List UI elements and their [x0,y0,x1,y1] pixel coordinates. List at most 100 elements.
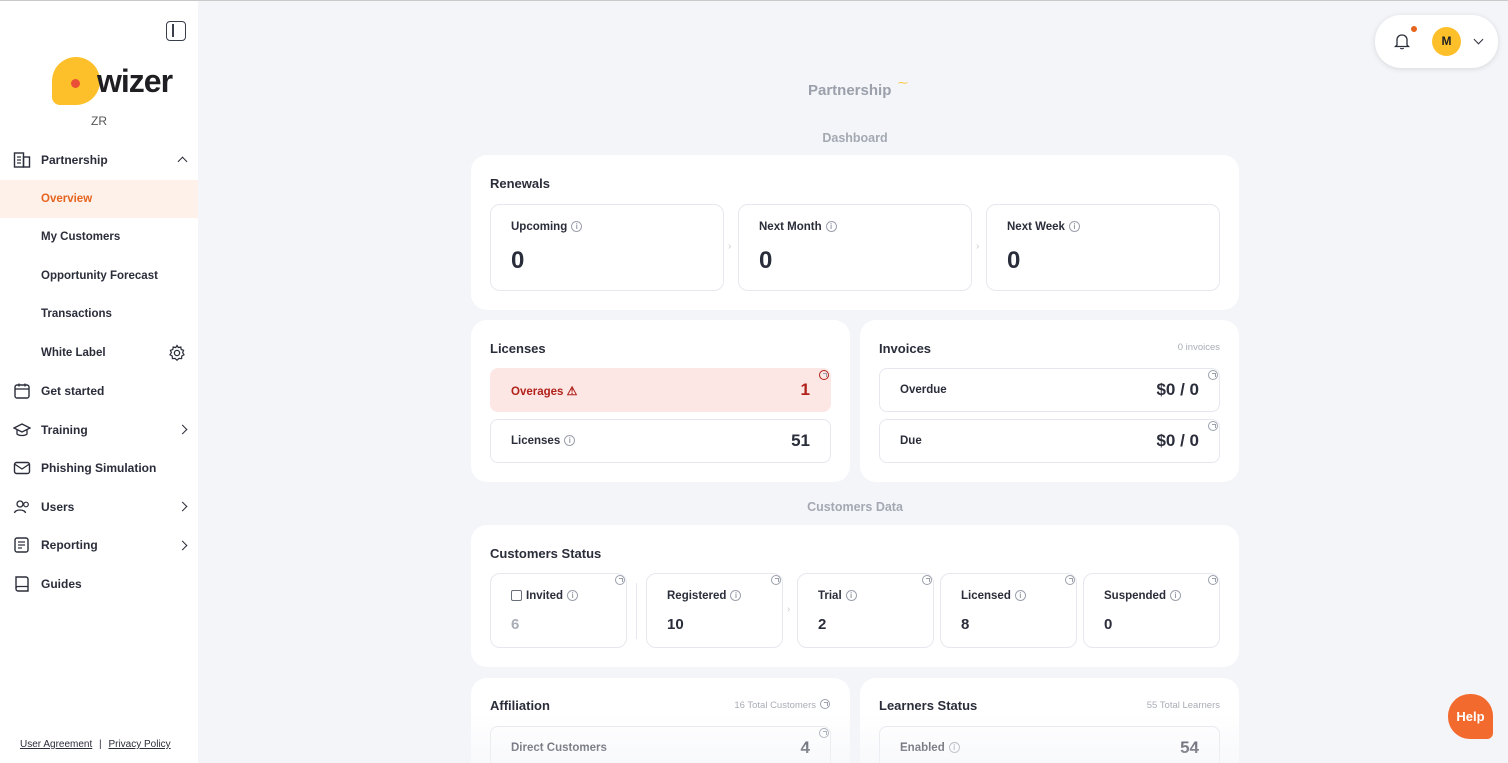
open-link-icon[interactable] [819,370,829,380]
open-link-icon[interactable] [819,728,829,738]
privacy-policy-link[interactable]: Privacy Policy [108,739,170,750]
row-label-text: Licenses [511,435,561,447]
sparkle-icon: ⁓ [898,78,908,89]
learners-total: 55 Total Learners [1146,700,1220,711]
sidebar-item-label: Partnership [41,153,108,168]
renewal-tile-upcoming[interactable]: Upcoming i 0 [490,204,724,291]
tile-label: Licensed i [961,590,1026,602]
avatar[interactable]: M [1432,27,1461,56]
tile-label-text: Upcoming [511,221,568,233]
gear-icon[interactable] [168,344,186,362]
notification-dot [1411,26,1417,32]
sidebar-collapse-icon[interactable] [166,21,186,41]
sidebar-item-users[interactable]: Users [0,488,198,527]
chevron-down-icon[interactable] [1473,34,1484,45]
sidebar-item-training[interactable]: Training [0,411,198,450]
chevron-right-icon [177,540,188,551]
learners-status-card: Learners Status 55 Total Learners Enable… [860,678,1239,763]
open-link-icon[interactable] [1208,421,1218,431]
sidebar-footer: User Agreement | Privacy Policy [20,739,171,750]
info-icon[interactable]: i [730,590,742,602]
row-value: 54 [1180,738,1199,757]
scroll-fade [198,713,1508,763]
status-tile-suspended[interactable]: Suspended i 0 [1083,573,1220,648]
footer-separator: | [99,739,102,750]
open-link-icon[interactable] [922,575,932,585]
overages-row[interactable]: Overages ⚠ 1 [490,368,831,412]
invite-icon [511,590,522,602]
info-icon[interactable]: i [845,590,857,602]
logo-heart [71,79,80,88]
open-link-icon[interactable] [1208,575,1218,585]
wizer-logo[interactable]: wizer [52,57,173,107]
renewal-tile-next-month[interactable]: Next Month i 0 [738,204,972,291]
sidebar-item-guides[interactable]: Guides [0,565,198,604]
row-value: $0 / 0 [1156,380,1199,399]
dashboard-section-title: Dashboard [822,131,888,145]
status-tile-invited[interactable]: Invited i 6 [490,573,627,648]
open-link-icon[interactable] [615,575,625,585]
sidebar-item-reporting[interactable]: Reporting [0,526,198,565]
bell-icon[interactable] [1393,32,1411,50]
sidebar-item-get-started[interactable]: Get started [0,372,198,411]
sidebar-subitem-transactions[interactable]: Transactions [0,295,198,334]
info-icon[interactable]: i [1068,221,1080,233]
tile-value: 0 [759,247,773,274]
info-icon[interactable]: i [567,590,579,602]
logo-text: wizer [97,63,173,99]
invoices-title: Invoices [879,341,932,356]
info-icon[interactable]: i [1014,590,1026,602]
sidebar: wizer ZR Partnership Overview My Custome… [0,1,198,763]
sidebar-item-label: Reporting [41,538,98,553]
info-icon[interactable]: i [1169,590,1181,602]
user-menu: M [1375,15,1498,68]
row-label: Overages ⚠ [511,384,577,398]
learners-status-title: Learners Status [879,698,978,713]
divider [636,583,637,639]
chevron-up-icon [177,156,188,167]
licenses-row[interactable]: Licenses i 51 [490,419,831,463]
arrow-right-icon: › [976,241,980,252]
open-link-icon[interactable] [1065,575,1075,585]
mail-hook-icon [13,462,31,475]
open-link-icon[interactable] [820,699,830,709]
info-icon[interactable]: i [825,221,837,233]
enabled-row[interactable]: Enabled i 54 [879,726,1220,763]
row-value: 4 [800,738,810,757]
info-icon[interactable]: i [564,435,576,447]
renewal-tile-next-week[interactable]: Next Week i 0 [986,204,1220,291]
help-button[interactable]: Help [1448,694,1493,739]
affiliation-title: Affiliation [490,698,550,713]
sidebar-nav: Partnership Overview My Customers Opport… [0,141,198,603]
status-tile-trial[interactable]: Trial i 2 [797,573,934,648]
arrow-right-icon: › [787,604,791,615]
user-agreement-link[interactable]: User Agreement [20,739,92,750]
sidebar-subitem-overview[interactable]: Overview [0,179,198,218]
chevron-right-icon [177,501,188,512]
customers-data-section-title: Customers Data [807,500,903,514]
tile-value: 0 [511,247,525,274]
overdue-row[interactable]: Overdue $0 / 0 [879,368,1220,412]
sidebar-subitem-opportunity-forecast[interactable]: Opportunity Forecast [0,257,198,296]
direct-customers-row[interactable]: Direct Customers 4 [490,726,831,763]
row-label-text: Enabled [900,742,945,754]
book-icon [15,576,29,592]
sidebar-item-partnership[interactable]: Partnership [0,141,198,180]
info-icon[interactable]: i [948,742,960,754]
tile-label-text: Trial [818,590,842,602]
open-link-icon[interactable] [1208,370,1218,380]
tile-label-text: Next Month [759,221,822,233]
sidebar-item-phishing-simulation[interactable]: Phishing Simulation [0,449,198,488]
row-label: Due [900,435,922,447]
sidebar-subitem-white-label[interactable]: White Label [0,334,198,373]
status-tile-registered[interactable]: Registered i 10 [646,573,783,648]
tile-label-text: Licensed [961,590,1011,602]
due-row[interactable]: Due $0 / 0 [879,419,1220,463]
open-link-icon[interactable] [771,575,781,585]
sidebar-subitem-my-customers[interactable]: My Customers [0,218,198,257]
tile-label: Registered i [667,590,742,602]
info-icon[interactable]: i [571,221,583,233]
tile-value: 0 [1007,247,1021,274]
status-tile-licensed[interactable]: Licensed i 8 [940,573,1077,648]
tenant-label: ZR [91,114,107,128]
